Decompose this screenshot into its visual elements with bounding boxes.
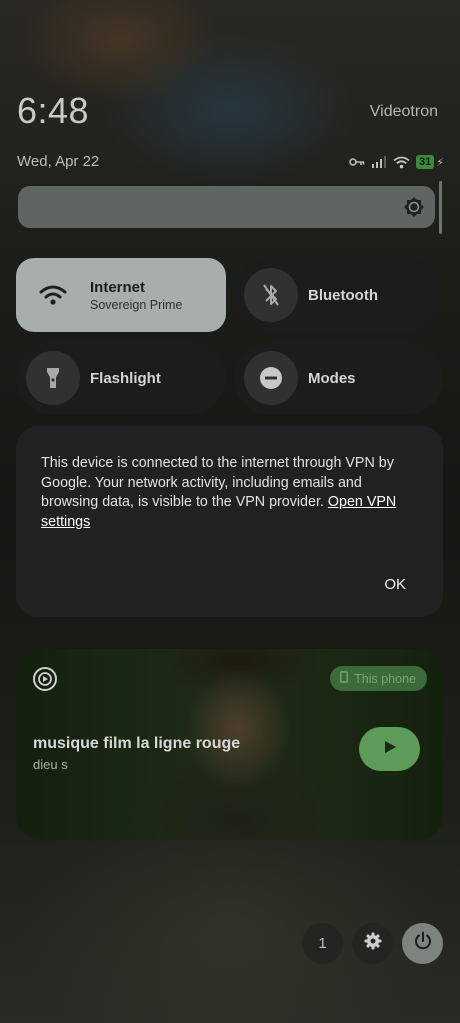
play-icon — [383, 740, 397, 759]
vpn-key-icon — [349, 157, 365, 167]
wifi-icon — [393, 156, 410, 169]
tile-modes[interactable]: Modes — [234, 341, 443, 415]
settings-button[interactable] — [352, 923, 393, 964]
gear-icon — [364, 932, 382, 955]
tile-flashlight[interactable]: Flashlight — [16, 341, 226, 415]
output-device-chip[interactable]: This phone — [330, 666, 427, 691]
power-button[interactable] — [402, 923, 443, 964]
charging-icon: ⚡ — [436, 156, 444, 169]
wifi-icon — [26, 268, 80, 322]
power-icon — [413, 931, 433, 956]
tile-label: Bluetooth — [308, 286, 378, 304]
brightness-handle[interactable] — [439, 181, 442, 234]
clock[interactable]: 6:48 — [17, 90, 89, 132]
brightness-slider[interactable] — [18, 186, 435, 228]
play-button[interactable] — [359, 727, 420, 771]
media-player-card[interactable]: This phone musique film la ligne rouge d… — [16, 649, 443, 840]
tile-label: Modes — [308, 369, 356, 387]
status-icons: 31 ⚡ — [349, 154, 444, 170]
battery-level: 31 — [419, 156, 432, 168]
battery-icon: 31 — [416, 155, 435, 169]
brightness-icon — [403, 196, 425, 223]
media-app-icon — [32, 666, 58, 697]
user-count: 1 — [318, 935, 327, 952]
user-count-button[interactable]: 1 — [302, 923, 343, 964]
ok-button[interactable]: OK — [382, 574, 408, 595]
tile-bluetooth[interactable]: Bluetooth — [234, 258, 443, 332]
date[interactable]: Wed, Apr 22 — [17, 153, 99, 170]
media-artist: dieu s — [33, 757, 68, 772]
carrier-name: Videotron — [369, 103, 438, 120]
media-title: musique film la ligne rouge — [33, 735, 241, 752]
output-device-label: This phone — [354, 671, 416, 686]
vpn-dialog: This device is connected to the internet… — [16, 426, 443, 617]
flashlight-icon — [26, 351, 80, 405]
phone-icon — [340, 671, 349, 686]
tile-sublabel: Sovereign Prime — [90, 297, 183, 312]
vpn-message: This device is connected to the internet… — [41, 454, 419, 532]
tile-internet[interactable]: Internet Sovereign Prime — [16, 258, 226, 332]
signal-icon — [371, 156, 387, 168]
do-not-disturb-icon — [244, 351, 298, 405]
tile-label: Flashlight — [90, 369, 161, 387]
tile-label: Internet — [90, 278, 146, 296]
bluetooth-off-icon — [244, 268, 298, 322]
